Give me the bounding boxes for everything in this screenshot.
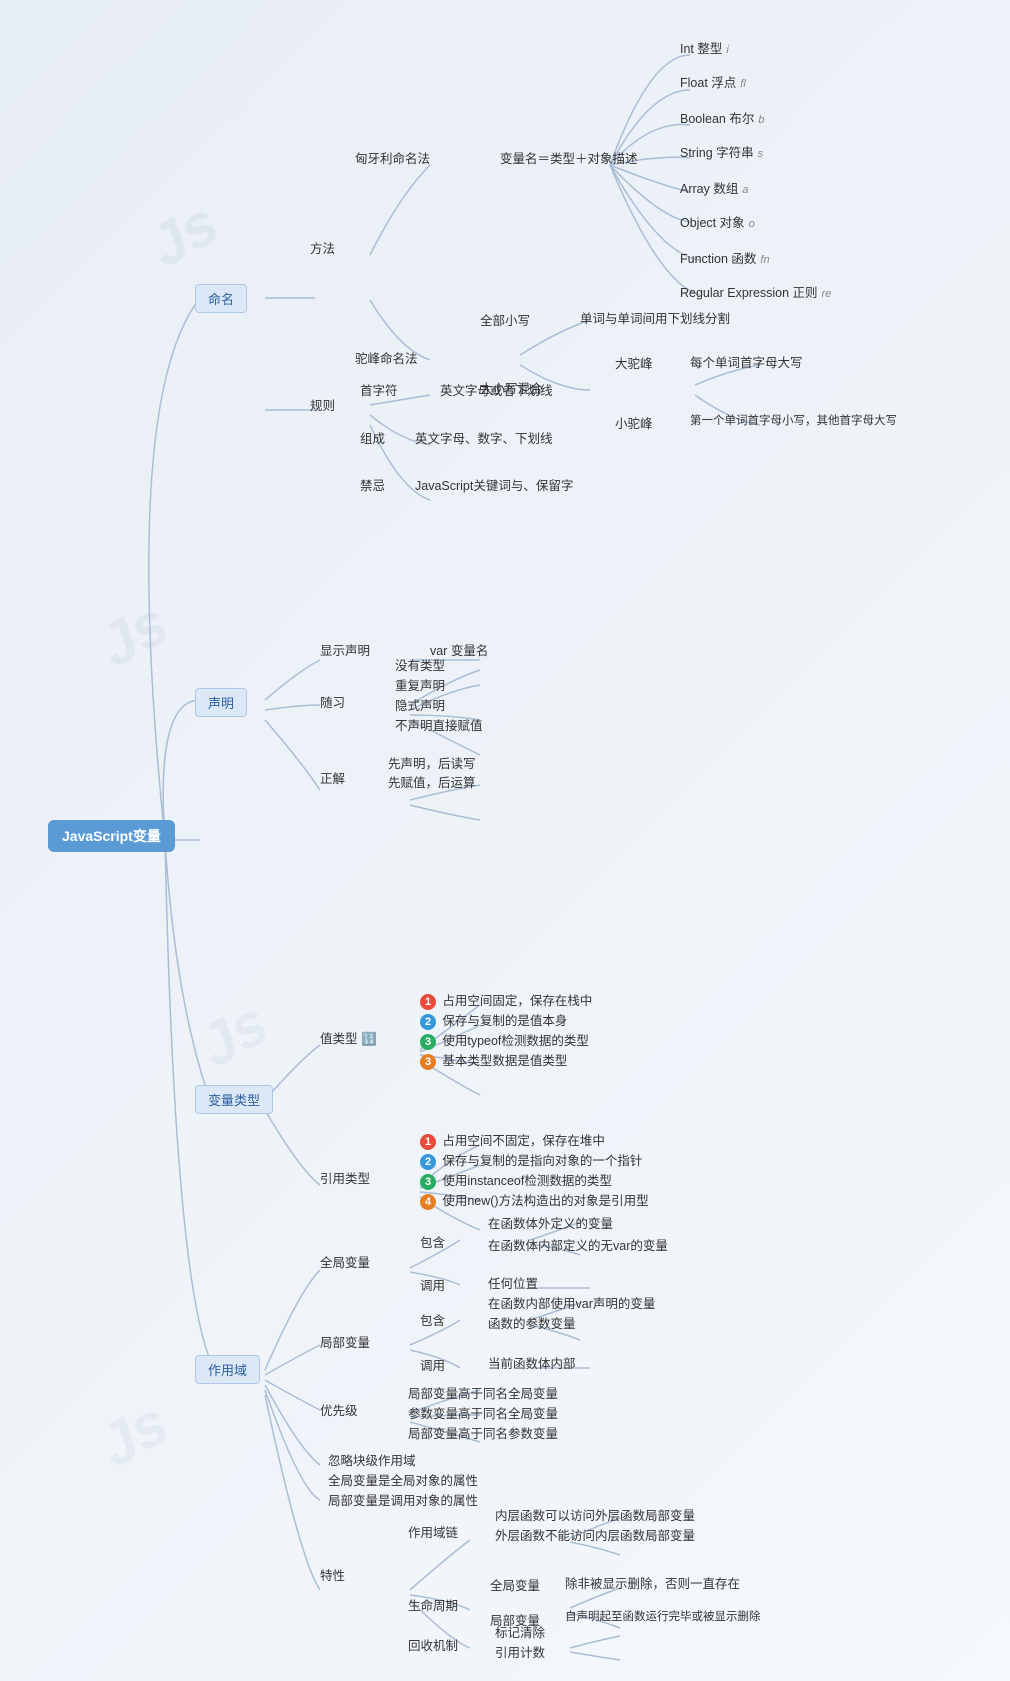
node-decl-then-rw: 先声明，后读写 [388, 753, 476, 772]
node-float: Float 浮点fl [680, 72, 746, 91]
node-local-include: 包含 [420, 1310, 445, 1329]
node-boolean: Boolean 布尔b [680, 108, 764, 127]
node-no-type: 没有类型 [395, 655, 445, 674]
node-lowercase-detail: 单词与单词间用下划线分割 [580, 308, 730, 327]
node-global-inc2: 在函数体内部定义的无var的变量 [488, 1235, 668, 1254]
naming-label: 命名 [195, 284, 247, 313]
node-vt2: 2 保存与复制的是值本身 [420, 1010, 567, 1030]
node-vt1: 1 占用空间固定，保存在栈中 [420, 990, 592, 1010]
node-hungarian-detail: 变量名＝类型＋对象描述 [500, 148, 638, 167]
node-redecl: 重复声明 [395, 675, 445, 694]
hungarian-label: 匈牙利命名法 [355, 152, 430, 166]
node-value-type: 值类型 🔢 [320, 1028, 377, 1047]
node-global-life-detail: 除非被显示删除，否则一直存在 [565, 1573, 740, 1592]
node-gc: 回收机制 [408, 1635, 458, 1654]
node-local-var: 局部变量 [320, 1332, 370, 1351]
method-label: 方法 [310, 242, 335, 256]
node-assign-then-calc: 先赋值，后运算 [388, 772, 476, 791]
node-naming: 命名 [195, 284, 247, 313]
node-rt1: 1 占用空间不固定，保存在堆中 [420, 1130, 605, 1150]
node-forbidden: 禁忌 [360, 475, 385, 494]
watermark: Js [87, 588, 179, 681]
node-ref-type: 引用类型 [320, 1168, 370, 1187]
node-upper-camel: 大驼峰 [615, 353, 653, 372]
node-lower-camel: 小驼峰 [615, 413, 653, 432]
node-lifecycle: 生命周期 [408, 1595, 458, 1614]
node-rt2: 2 保存与复制的是指向对象的一个指针 [420, 1150, 642, 1170]
node-gc1: 标记清除 [495, 1622, 545, 1641]
node-local-call-detail: 当前函数体内部 [488, 1353, 576, 1372]
node-local-inc1: 在函数内部使用var声明的变量 [488, 1293, 655, 1312]
node-explicit: 显示声明 [320, 640, 370, 659]
node-rt3: 3 使用instanceof检测数据的类型 [420, 1170, 612, 1190]
mind-map: Js Js Js Js [0, 0, 1010, 1681]
root-label: JavaScript变量 [48, 820, 175, 852]
node-scope: 作用域 [195, 1355, 260, 1384]
node-rules: 规则 [310, 395, 335, 414]
node-pri2: 参数变量高于同名全局变量 [408, 1403, 558, 1422]
node-ignore-block: 忽略块级作用域 [328, 1450, 416, 1469]
node-camel: 驼峰命名法 [355, 348, 418, 367]
root-node: JavaScript变量 [48, 820, 175, 852]
node-array: Array 数组a [680, 178, 748, 197]
node-declaration: 声明 [195, 688, 247, 717]
node-int: Int 整型i [680, 38, 729, 57]
node-string: String 字符串s [680, 142, 763, 161]
watermark: Js [137, 188, 229, 281]
node-priority: 优先级 [320, 1400, 358, 1419]
node-global-include: 包含 [420, 1232, 445, 1251]
node-forbidden-detail: JavaScript关键词与、保留字 [415, 475, 573, 494]
scope-label: 作用域 [195, 1355, 260, 1384]
node-function: Function 函数fn [680, 248, 770, 267]
node-implicit: 隐式声明 [395, 695, 445, 714]
node-object: Object 对象o [680, 212, 755, 231]
node-global-life: 全局变量 [490, 1575, 540, 1594]
vartype-label: 变量类型 [195, 1085, 273, 1114]
node-pri1: 局部变量高于同名全局变量 [408, 1383, 558, 1402]
hungarian-detail: 变量名＝类型＋对象描述 [500, 152, 638, 166]
node-global-call: 调用 [420, 1275, 445, 1294]
node-local-inc2: 函数的参数变量 [488, 1313, 576, 1332]
node-sc2: 外层函数不能访问内层函数局部变量 [495, 1525, 695, 1544]
node-vt3: 3 使用typeof检测数据的类型 [420, 1030, 589, 1050]
node-sc1: 内层函数可以访问外层函数局部变量 [495, 1505, 695, 1524]
node-upper-camel-detail: 每个单词首字母大写 [690, 352, 803, 371]
node-vt4: 3 基本类型数据是值类型 [420, 1050, 567, 1070]
node-special: 特性 [320, 1565, 345, 1584]
node-compose-detail: 英文字母、数字、下划线 [415, 428, 553, 447]
node-direct-assign: 不声明直接赋值 [395, 715, 483, 734]
watermark: Js [87, 1388, 179, 1481]
node-first-char: 首字符 [360, 380, 398, 399]
node-lowercase: 全部小写 [480, 310, 530, 329]
node-global-var: 全局变量 [320, 1252, 370, 1271]
node-lower-camel-detail: 第一个单词首字母小写，其他首字母大写 [690, 412, 897, 428]
node-implicit-group: 随习 [320, 692, 345, 711]
node-correct: 正解 [320, 768, 345, 787]
node-first-char-detail: 英文字母或者下划线 [440, 380, 553, 399]
node-global-call-detail: 任何位置 [488, 1273, 538, 1292]
node-hungarian: 匈牙利命名法 [355, 148, 430, 167]
node-local-life-detail: 自声明起至函数运行完毕或被显示删除 [565, 1608, 761, 1624]
node-rt4: 4 使用new()方法构造出的对象是引用型 [420, 1190, 649, 1210]
watermark: Js [187, 988, 279, 1081]
node-global-attr: 全局变量是全局对象的属性 [328, 1470, 478, 1489]
node-regexp: Regular Expression 正则re [680, 282, 831, 301]
node-pri3: 局部变量高于同名参数变量 [408, 1423, 558, 1442]
node-global-inc1: 在函数体外定义的变量 [488, 1213, 613, 1232]
declaration-label: 声明 [195, 688, 247, 717]
node-method: 方法 [310, 238, 335, 257]
node-gc2: 引用计数 [495, 1642, 545, 1661]
node-local-attr: 局部变量是调用对象的属性 [328, 1490, 478, 1509]
node-scope-chain: 作用域链 [408, 1522, 458, 1541]
node-local-call: 调用 [420, 1355, 445, 1374]
node-compose: 组成 [360, 428, 385, 447]
rules-label: 规则 [310, 399, 335, 413]
node-vartype: 变量类型 [195, 1085, 273, 1114]
